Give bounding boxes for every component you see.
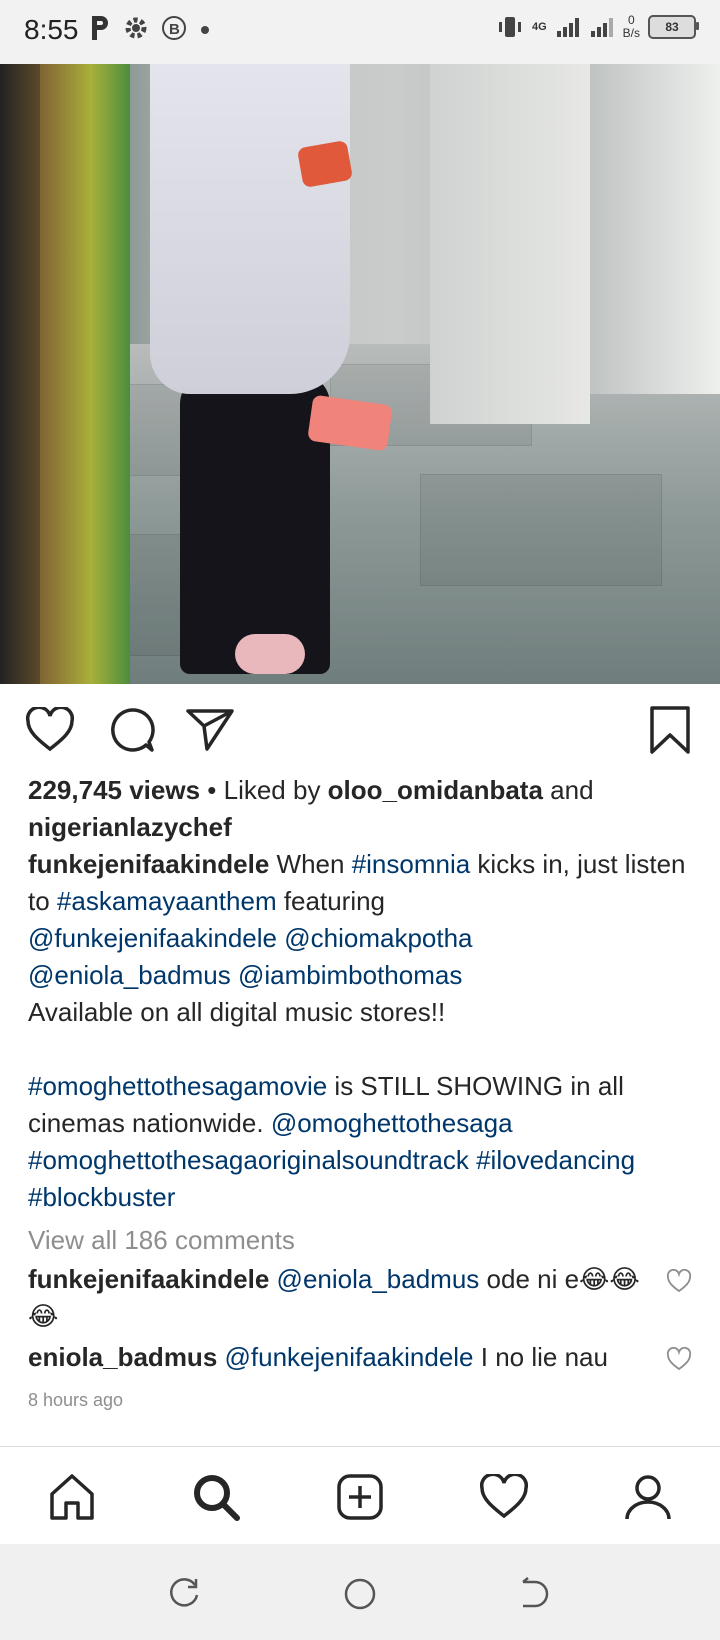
network-label: 4G xyxy=(531,21,547,33)
comment-button[interactable] xyxy=(106,704,158,756)
caption-text: When xyxy=(269,849,352,879)
comment-text: I no lie nau xyxy=(473,1342,608,1372)
nav-activity[interactable] xyxy=(476,1469,532,1525)
net-speed: 0 B/s xyxy=(623,14,640,40)
status-bar: 8:55 B 4G 0 B/s 83 xyxy=(0,0,720,64)
mention-link[interactable]: @iambimbothomas xyxy=(238,960,462,990)
nav-search[interactable] xyxy=(188,1469,244,1525)
post-timestamp: 8 hours ago xyxy=(28,1390,124,1410)
vibrate-icon xyxy=(498,17,521,37)
net-speed-unit: B/s xyxy=(622,26,640,40)
profile-icon xyxy=(625,1475,671,1520)
mention-link[interactable]: @funkejenifaakindele xyxy=(28,923,277,953)
sweatshirt-logo xyxy=(296,139,354,189)
status-right: 4G 0 B/s 83 xyxy=(496,14,699,40)
svg-text:B: B xyxy=(169,21,180,38)
b-circle-icon: B xyxy=(162,16,186,40)
mention-link[interactable]: @omoghettothesaga xyxy=(271,1108,513,1138)
comment-username[interactable]: eniola_badmus xyxy=(28,1342,217,1372)
hashtag-link[interactable]: #omoghettothesagaoriginalsoundtrack xyxy=(28,1145,469,1175)
post-video[interactable] xyxy=(0,64,720,684)
person-shoe xyxy=(235,634,305,674)
parking-icon xyxy=(92,16,108,40)
battery-level: 83 xyxy=(665,20,679,34)
back-icon xyxy=(522,1577,549,1608)
activity-heart-icon xyxy=(479,1474,529,1519)
likes-line: 229,745 views • Liked by oloo_omidanbata… xyxy=(28,772,700,809)
liked-by-and: and xyxy=(542,775,594,805)
comment-like-icon[interactable] xyxy=(666,1347,692,1373)
battery-indicator: 83 xyxy=(648,15,699,39)
bookmark-icon xyxy=(650,706,690,754)
status-time: 8:55 xyxy=(24,14,79,45)
heart-icon xyxy=(25,707,75,752)
like-button[interactable] xyxy=(24,704,76,756)
post-body: 229,745 views • Liked by oloo_omidanbata… xyxy=(28,772,700,1419)
caption-text: Available on all digital music stores!! xyxy=(28,997,446,1027)
status-left-icons: B xyxy=(88,14,212,42)
comment-username[interactable]: funkejenifaakindele xyxy=(28,1264,269,1294)
mention-link[interactable]: @chiomakpotha xyxy=(284,923,472,953)
bottom-nav xyxy=(0,1446,720,1545)
home-icon xyxy=(50,1474,94,1520)
likes-line-2: nigerianlazychef xyxy=(28,809,700,846)
hashtag-link[interactable]: #omoghettothesagamovie xyxy=(28,1071,327,1101)
nav-home[interactable] xyxy=(44,1469,100,1525)
comment-like-icon[interactable] xyxy=(666,1269,692,1295)
comment-bubble-icon xyxy=(111,708,155,752)
wifi-signal-icon xyxy=(590,18,613,37)
save-button[interactable] xyxy=(644,704,696,756)
background-window xyxy=(590,64,720,394)
liker-username-2[interactable]: nigerianlazychef xyxy=(28,812,232,842)
person-legs xyxy=(180,374,330,674)
search-icon xyxy=(194,1475,240,1521)
comment-mention[interactable]: @funkejenifaakindele xyxy=(225,1342,474,1372)
comment-row: eniola_badmus @funkejenifaakindele I no … xyxy=(28,1339,700,1376)
dot-icon xyxy=(201,26,209,34)
home-circle-icon xyxy=(344,1578,376,1610)
home-button[interactable] xyxy=(340,1574,380,1614)
liked-by-prefix: • Liked by xyxy=(207,775,328,805)
send-icon xyxy=(186,709,234,751)
system-nav xyxy=(0,1544,720,1640)
add-post-icon xyxy=(337,1474,383,1520)
comment-mention[interactable]: @eniola_badmus xyxy=(277,1264,480,1294)
caption: funkejenifaakindele When #insomnia kicks… xyxy=(28,846,700,1216)
hashtag-link[interactable]: #askamayaanthem xyxy=(57,886,277,916)
recent-apps-button[interactable] xyxy=(164,1574,204,1614)
hashtag-link[interactable]: #blockbuster xyxy=(28,1182,175,1212)
nav-new-post[interactable] xyxy=(332,1469,388,1525)
liker-username-1[interactable]: oloo_omidanbata xyxy=(328,775,543,805)
person-sweatshirt xyxy=(150,64,350,394)
signal-icon xyxy=(556,18,579,37)
comment-row: funkejenifaakindele @eniola_badmus ode n… xyxy=(28,1261,700,1335)
settings-icon xyxy=(125,17,147,39)
mention-link[interactable]: @eniola_badmus xyxy=(28,960,231,990)
door-glass xyxy=(0,64,40,684)
view-all-comments-link[interactable]: View all 186 comments xyxy=(28,1222,700,1259)
caption-text: featuring xyxy=(276,886,386,916)
background-wall xyxy=(430,64,590,424)
caption-username[interactable]: funkejenifaakindele xyxy=(28,849,269,879)
post-action-bar xyxy=(0,700,720,764)
back-button[interactable] xyxy=(514,1574,554,1614)
recent-apps-icon xyxy=(170,1578,199,1607)
share-button[interactable] xyxy=(184,704,236,756)
view-count[interactable]: 229,745 views xyxy=(28,775,200,805)
hashtag-link[interactable]: #insomnia xyxy=(352,849,471,879)
hashtag-link[interactable]: #ilovedancing xyxy=(476,1145,635,1175)
nav-profile[interactable] xyxy=(620,1469,676,1525)
